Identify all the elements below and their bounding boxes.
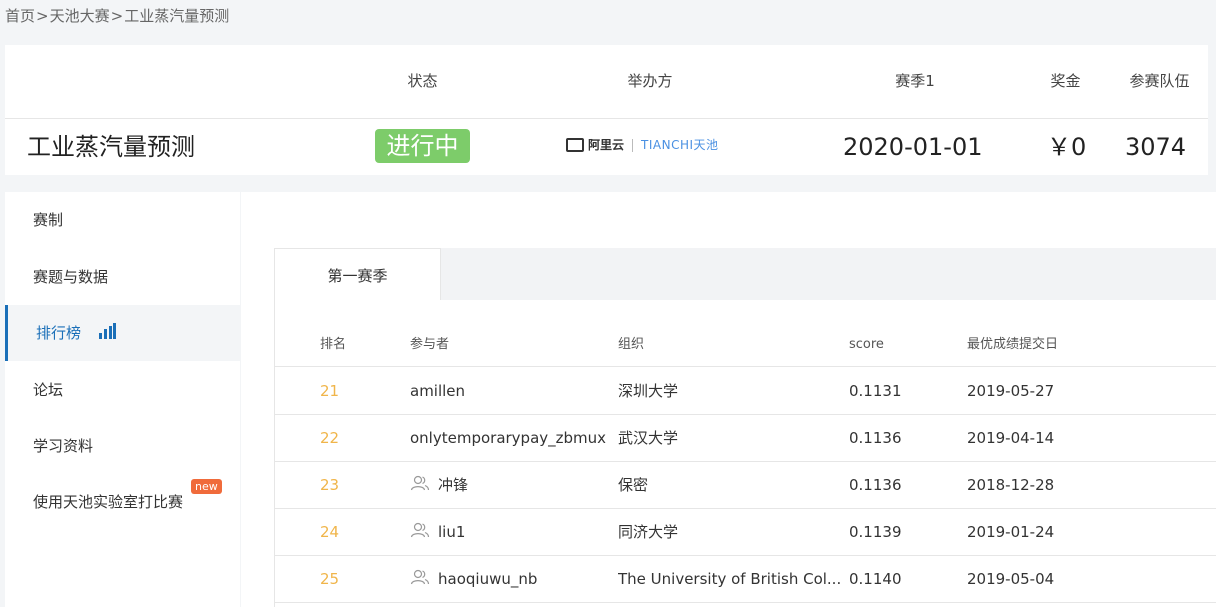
season-tabs: 第一赛季 <box>274 248 1216 301</box>
status-badge: 进行中 <box>375 129 470 163</box>
sidebar-item-label: 论坛 <box>33 381 64 399</box>
rank-cell: 22 <box>320 429 340 447</box>
sidebar-item-data[interactable]: 赛题与数据 <box>5 249 240 305</box>
breadcrumb-current: 工业蒸汽量预测 <box>124 7 230 25</box>
sidebar-item-learning[interactable]: 学习资料 <box>5 418 240 474</box>
organization-cell: 武汉大学 <box>618 429 679 447</box>
team-user-icon <box>410 522 430 537</box>
score-cell: 0.1140 <box>849 570 902 588</box>
season-label: 赛季1 <box>895 72 935 90</box>
prize-label: 奖金 <box>1050 72 1081 90</box>
table-row: 21 amillen 深圳大学 0.1131 2019-05-27 <box>275 367 1216 415</box>
date-cell: 2019-05-27 <box>967 382 1055 400</box>
organization-cell: 同济大学 <box>618 523 679 541</box>
sidebar-item-label: 学习资料 <box>33 437 94 455</box>
participant-name: 冲锋 <box>438 476 469 494</box>
rank-cell: 23 <box>320 476 340 494</box>
rank-cell: 21 <box>320 382 340 400</box>
score-cell: 0.1136 <box>849 476 902 494</box>
table-row: 22 onlytemporarypay_zbmux 武汉大学 0.1136 20… <box>275 414 1216 462</box>
table-row: 25 haoqiuwu_nb The University of British… <box>275 555 1216 603</box>
status-label: 状态 <box>407 72 438 90</box>
participant-name: liu1 <box>438 523 466 541</box>
sidebar-item-forum[interactable]: 论坛 <box>5 362 240 418</box>
aliyun-logo-icon <box>566 137 584 152</box>
organizer-logo: 阿里云 TIANCHI天池 <box>566 136 719 154</box>
participant-cell[interactable]: liu1 <box>410 508 465 555</box>
sidebar-item-rules[interactable]: 赛制 <box>5 192 240 248</box>
table-header: 排名 参与者 组织 score 最优成绩提交日 <box>275 324 1216 367</box>
date-cell: 2018-12-28 <box>967 476 1055 494</box>
column-participant: 参与者 <box>410 337 450 352</box>
participant-cell[interactable]: 冲锋 <box>410 461 468 508</box>
teams-label: 参赛队伍 <box>1129 72 1190 90</box>
teams-count: 3074 <box>1125 133 1187 161</box>
organization-cell: 深圳大学 <box>618 382 679 400</box>
competition-title: 工业蒸汽量预测 <box>27 133 195 161</box>
participant-name: onlytemporarypay_zbmux <box>410 429 607 447</box>
participant-cell[interactable]: amillen <box>410 367 465 414</box>
prize-value: ￥0 <box>1047 133 1087 161</box>
participant-name: haoqiuwu_nb <box>438 570 538 588</box>
column-rank: 排名 <box>320 337 347 352</box>
new-badge: new <box>191 479 222 494</box>
tianchi-logo-cn: 天池 <box>693 138 719 152</box>
sidebar-item-label: 赛制 <box>33 211 64 229</box>
column-best-date: 最优成绩提交日 <box>967 337 1059 352</box>
aliyun-logo-text: 阿里云 <box>588 138 625 152</box>
organization-cell: 保密 <box>618 476 649 494</box>
sidebar: 赛制 赛题与数据 排行榜 论坛 学习资料 使用天池实验室打比赛 new <box>5 192 240 607</box>
tianchi-logo-en: TIANCHI <box>641 138 694 152</box>
sidebar-item-label: 使用天池实验室打比赛 <box>33 493 184 511</box>
bar-chart-icon <box>98 322 116 339</box>
date-cell: 2019-05-04 <box>967 570 1055 588</box>
organizer-label: 举办方 <box>627 72 673 90</box>
rank-cell: 24 <box>320 523 340 541</box>
competition-header: 状态 举办方 赛季1 奖金 参赛队伍 工业蒸汽量预测 进行中 阿里云 TIANCH… <box>5 45 1208 175</box>
organization-cell: The University of British Col... <box>618 570 842 588</box>
season-date: 2020-01-01 <box>843 133 983 161</box>
column-organization: 组织 <box>618 337 645 352</box>
team-user-icon <box>410 569 430 584</box>
team-user-icon <box>410 475 430 490</box>
breadcrumb-home[interactable]: 首页 <box>5 7 35 25</box>
score-cell: 0.1139 <box>849 523 902 541</box>
leaderboard-panel: 第一赛季 排名 参与者 组织 score 最优成绩提交日 21 amillen … <box>241 192 1216 607</box>
logo-divider <box>632 139 634 152</box>
sidebar-item-label: 排行榜 <box>36 324 82 342</box>
tab-season-1[interactable]: 第一赛季 <box>274 248 441 300</box>
participant-cell[interactable]: onlytemporarypay_zbmux <box>410 414 606 461</box>
rank-cell: 25 <box>320 570 340 588</box>
table-row: 23 冲锋 保密 0.1136 2018-12-28 <box>275 461 1216 509</box>
score-cell: 0.1136 <box>849 429 902 447</box>
sidebar-item-leaderboard[interactable]: 排行榜 <box>5 305 240 361</box>
leaderboard-table: 排名 参与者 组织 score 最优成绩提交日 21 amillen 深圳大学 … <box>274 300 1216 607</box>
breadcrumb-tianchi[interactable]: 天池大赛 <box>50 7 110 25</box>
sidebar-item-label: 赛题与数据 <box>33 268 109 286</box>
table-row: 24 liu1 同济大学 0.1139 2019-01-24 <box>275 508 1216 556</box>
score-cell: 0.1131 <box>849 382 902 400</box>
breadcrumb: 首页>天池大赛>工业蒸汽量预测 <box>5 0 229 32</box>
date-cell: 2019-01-24 <box>967 523 1055 541</box>
column-score: score <box>849 337 884 352</box>
date-cell: 2019-04-14 <box>967 429 1055 447</box>
participant-name: amillen <box>410 382 466 400</box>
breadcrumb-separator: > <box>36 7 49 25</box>
participant-cell[interactable]: haoqiuwu_nb <box>410 555 537 602</box>
sidebar-item-lab[interactable]: 使用天池实验室打比赛 new <box>5 474 240 530</box>
breadcrumb-separator: > <box>110 7 124 25</box>
